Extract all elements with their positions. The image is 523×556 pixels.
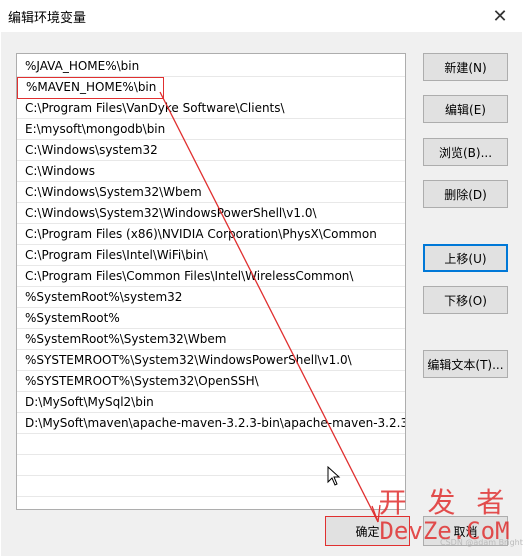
list-item[interactable]: %SystemRoot% — [17, 308, 405, 329]
list-item[interactable]: C:\Windows\System32\Wbem — [17, 182, 405, 203]
close-button[interactable]: ✕ — [477, 0, 523, 32]
edit-text-button[interactable]: 编辑文本(T)... — [423, 350, 508, 378]
move-down-button[interactable]: 下移(O) — [423, 286, 508, 314]
list-item[interactable]: %JAVA_HOME%\bin — [17, 56, 405, 77]
list-item[interactable]: %SystemRoot%\system32 — [17, 287, 405, 308]
watermark-credit: CSDN @adam Bright — [440, 538, 523, 547]
list-item[interactable]: C:\Program Files (x86)\NVIDIA Corporatio… — [17, 224, 405, 245]
list-item-empty[interactable] — [17, 455, 405, 476]
list-item-empty[interactable] — [17, 497, 405, 509]
list-item[interactable]: C:\Windows\system32 — [17, 140, 405, 161]
title-bar: 编辑环境变量 ✕ — [0, 0, 523, 32]
close-icon: ✕ — [492, 5, 508, 27]
list-item[interactable]: C:\Windows — [17, 161, 405, 182]
list-item-maven-home[interactable]: %MAVEN_HOME%\bin — [17, 77, 164, 99]
window-title: 编辑环境变量 — [8, 11, 87, 26]
list-item[interactable]: C:\Program Files\VanDyke Software\Client… — [17, 98, 405, 119]
watermark-top: 开 发 者 — [378, 486, 511, 519]
edit-button[interactable]: 编辑(E) — [423, 95, 508, 123]
delete-button[interactable]: 删除(D) — [423, 180, 508, 208]
list-item[interactable]: C:\Windows\System32\WindowsPowerShell\v1… — [17, 203, 405, 224]
list-item[interactable]: %SystemRoot%\System32\Wbem — [17, 329, 405, 350]
list-item-empty[interactable] — [17, 434, 405, 455]
new-button[interactable]: 新建(N) — [423, 53, 508, 81]
watermark: 开 发 者 DevZe.CoM — [366, 486, 523, 545]
browse-button[interactable]: 浏览(B)... — [423, 138, 508, 166]
list-item[interactable]: C:\Program Files\Common Files\Intel\Wire… — [17, 266, 405, 287]
list-item-empty[interactable] — [17, 476, 405, 497]
list-item[interactable]: E:\mysoft\mongodb\bin — [17, 119, 405, 140]
list-item[interactable]: C:\Program Files\Intel\WiFi\bin\ — [17, 245, 405, 266]
mouse-cursor-icon — [327, 466, 341, 486]
path-list[interactable]: %JAVA_HOME%\bin %MAVEN_HOME%\bin C:\Progra… — [16, 53, 406, 510]
move-up-button[interactable]: 上移(U) — [423, 244, 508, 272]
list-item[interactable]: %SYSTEMROOT%\System32\WindowsPowerShell\… — [17, 350, 405, 371]
list-item[interactable]: D:\MySoft\MySql2\bin — [17, 392, 405, 413]
list-item[interactable]: %SYSTEMROOT%\System32\OpenSSH\ — [17, 371, 405, 392]
list-item[interactable]: D:\MySoft\maven\apache-maven-3.2.3-bin\a… — [17, 413, 405, 434]
